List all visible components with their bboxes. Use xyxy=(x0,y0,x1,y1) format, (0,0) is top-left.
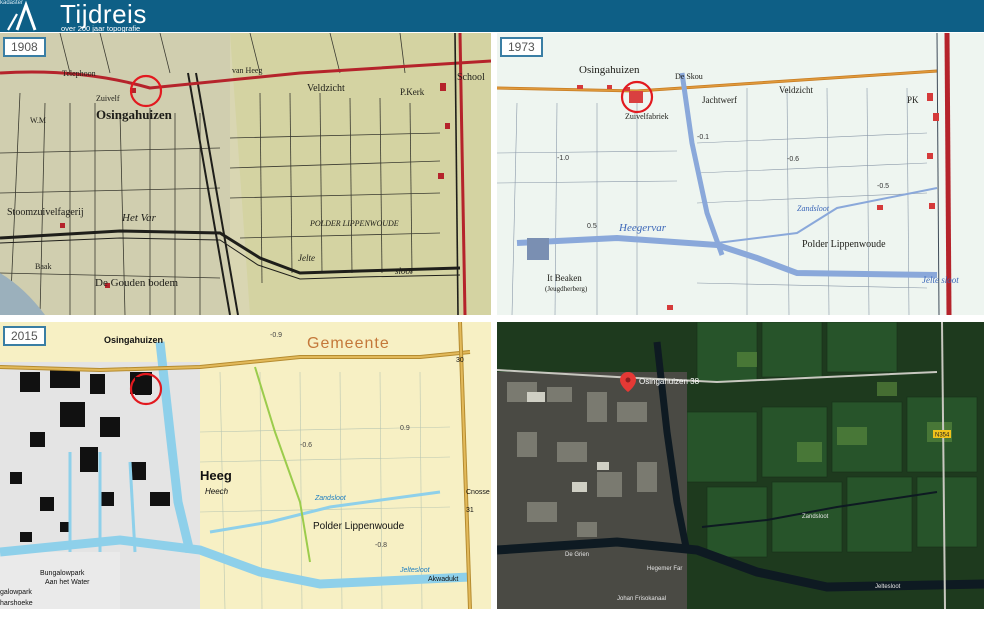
label-zandsloot-sat: Zandsloot xyxy=(802,514,829,520)
label-jeugdherberg: (Jeugdherberg) xyxy=(545,285,588,293)
label-akwadukt: Akwadukt xyxy=(428,576,458,583)
label-telephoon: Telephoon xyxy=(62,69,96,78)
label-heech: Heech xyxy=(205,487,229,496)
height-v4: -0.5 xyxy=(877,183,889,190)
label-hegemerfar: Hegemer Far xyxy=(647,566,682,572)
label-sloot: sloot xyxy=(395,266,413,276)
label-cnosse: Cnosse xyxy=(466,489,490,496)
label-zandsloot-2015: Zandsloot xyxy=(314,495,347,502)
height-v5: 0.5 xyxy=(587,223,597,230)
label-osingahuizen: Osingahuizen xyxy=(96,107,173,122)
label-harshoeke: harshoeke xyxy=(0,600,33,607)
label-jachtwerf: Jachtwerf xyxy=(702,95,737,105)
height-2015-v3: -0.6 xyxy=(300,442,312,449)
road-shield-n354: N354 xyxy=(933,430,951,439)
height-2015-v1: -0.9 xyxy=(270,332,282,339)
label-heeg: Heeg xyxy=(200,468,232,483)
label-zandsloot-1973: Zandsloot xyxy=(797,204,830,213)
map-panel-1908[interactable]: Veldzicht School P.Kerk Osingahuizen Zui… xyxy=(0,33,491,315)
satellite-canvas: Osingahuizen 38 Zandsloot Hegemer Far Je… xyxy=(497,322,984,609)
label-baak: Baak xyxy=(35,262,51,271)
label-pk: PK xyxy=(907,95,919,105)
label-goudenbodem: De Gouden bodem xyxy=(95,277,179,289)
height-v3: -0.6 xyxy=(787,156,799,163)
header-bar: kadaster Tijdreis over 200 jaar topograf… xyxy=(0,0,984,33)
map-panel-2015[interactable]: Osingahuizen Gemeente Heeg Heech Polder … xyxy=(0,322,491,609)
year-badge-1973: 1973 xyxy=(500,37,543,57)
height-2015-v2: -0.8 xyxy=(375,542,387,549)
label-route-31: 31 xyxy=(466,507,474,514)
height-v1: -0.1 xyxy=(697,134,709,141)
label-veldzicht: Veldzicht xyxy=(307,83,345,94)
label-wm: W.M xyxy=(30,116,46,125)
label-gemeente: Gemeente xyxy=(307,335,390,352)
map-2015-canvas: Osingahuizen Gemeente Heeg Heech Polder … xyxy=(0,322,491,609)
label-jelte: Jelte xyxy=(298,253,315,263)
org-label: kadaster xyxy=(0,0,24,6)
label-degrien: De Grien xyxy=(565,552,589,558)
label-stoomzuivel: Stoomzuivelfagerij xyxy=(7,207,84,218)
label-galowpark: galowpark xyxy=(0,589,32,596)
year-badge-1908: 1908 xyxy=(3,37,46,57)
label-jeltesloot-1973: Jelte sloot xyxy=(922,275,959,285)
label-johanfriso: Johan Frisokanaal xyxy=(617,596,666,602)
label-deskou: De Skou xyxy=(675,72,703,81)
label-jeltesloot-2015: Jeltesloot xyxy=(399,567,431,574)
label-route-30: 30 xyxy=(456,357,464,364)
map-1973-canvas: Osingahuizen De Skou Veldzicht Jachtwerf… xyxy=(497,33,984,315)
road-label-n354: N354 xyxy=(935,433,950,439)
label-zuivelfabriek: Zuivelfabriek xyxy=(625,112,669,121)
app-subtitle: over 200 jaar topografie xyxy=(61,24,141,33)
label-heegervar: Heegervar xyxy=(618,222,667,234)
label-aanhetwater: Aan het Water xyxy=(45,579,90,586)
map-panel-satellite[interactable]: Osingahuizen 38 Zandsloot Hegemer Far Je… xyxy=(497,322,984,609)
label-jeltesloot-sat: Jeltesloot xyxy=(875,584,901,590)
label-osingahuizen-2015: Osingahuizen xyxy=(104,335,163,345)
label-beaken: It Beaken xyxy=(547,273,582,283)
label-polder: POLDER LIPPENWOUDE xyxy=(309,219,399,228)
label-osingahuizen-1973: Osingahuizen xyxy=(579,64,640,76)
map-panel-1973[interactable]: Osingahuizen De Skou Veldzicht Jachtwerf… xyxy=(497,33,984,315)
label-vanheeg: van Heeg xyxy=(232,66,262,75)
height-2015-v4: 0.9 xyxy=(400,425,410,432)
label-veldzicht-1973: Veldzicht xyxy=(779,85,813,95)
label-zuivelf: Zuivelf xyxy=(96,94,120,103)
year-badge-2015: 2015 xyxy=(3,326,46,346)
label-school: School xyxy=(457,72,485,83)
label-hetvar: Het Var xyxy=(121,212,157,224)
label-bungalowpark: Bungalowpark xyxy=(40,570,85,577)
label-polder-2015: Polder Lippenwoude xyxy=(313,521,405,532)
label-polder-1973: Polder Lippenwoude xyxy=(802,239,886,250)
map-1908-canvas: Veldzicht School P.Kerk Osingahuizen Zui… xyxy=(0,33,491,315)
label-pin: Osingahuizen 38 xyxy=(639,377,700,386)
label-pkerk: P.Kerk xyxy=(400,87,425,97)
height-v2: -1.0 xyxy=(557,155,569,162)
